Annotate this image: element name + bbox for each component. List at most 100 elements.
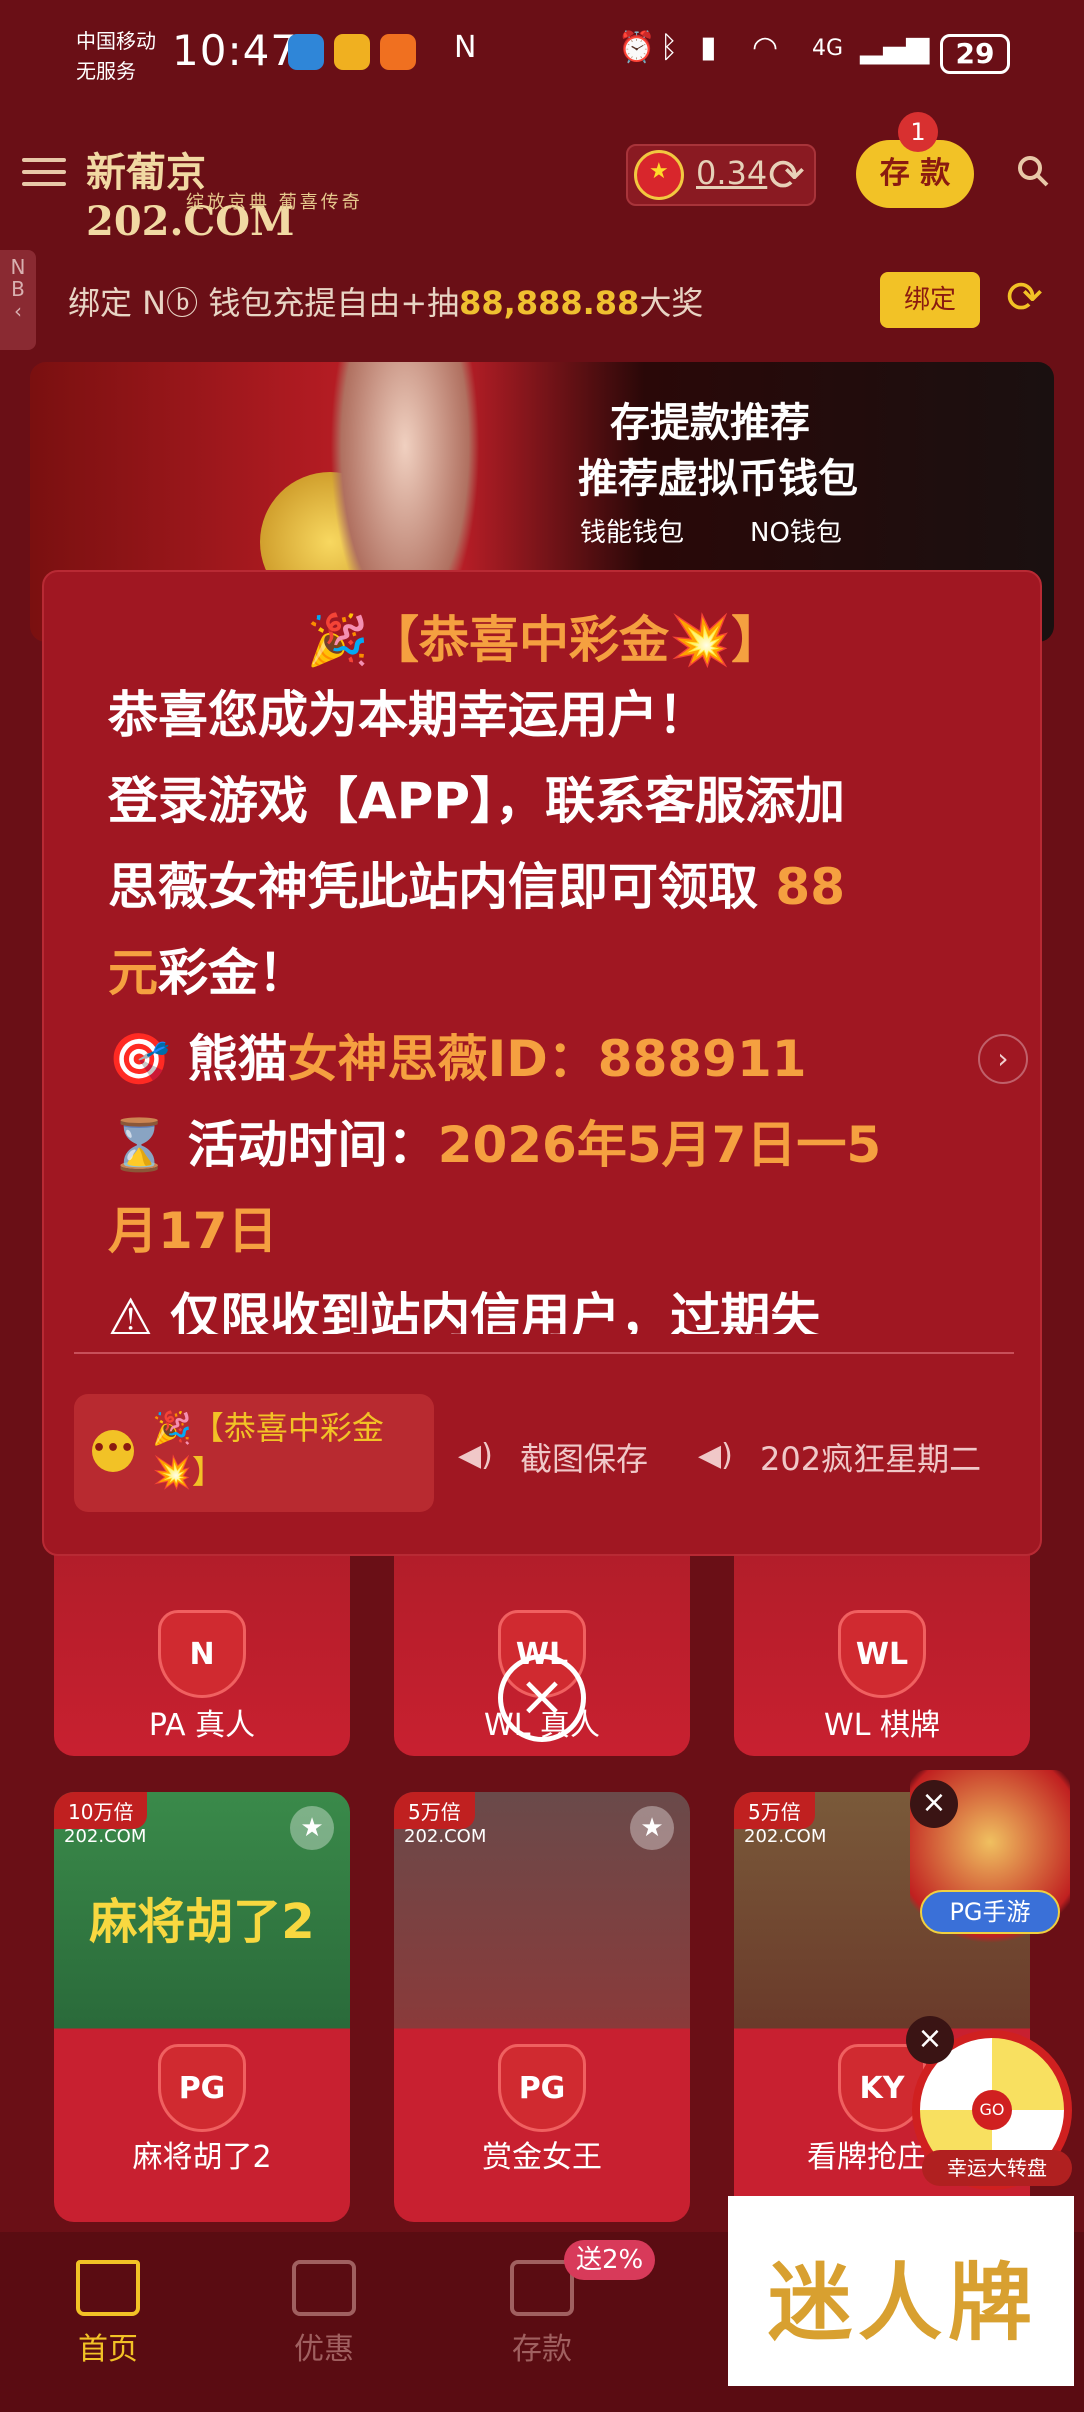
bluetooth-icon: ᛒ: [660, 30, 678, 65]
multiplier-badge: 5万倍: [394, 1792, 475, 1829]
nav-home[interactable]: 首页: [48, 2260, 168, 2368]
banner-title: 存提款推荐: [610, 400, 810, 446]
app-notification-icon: [334, 34, 370, 70]
notice-side-tab[interactable]: N B ‹: [0, 250, 36, 350]
popup-tab-screenshot[interactable]: 截图保存: [520, 1434, 648, 1480]
popup-line: 月17日: [108, 1202, 278, 1260]
balance-value[interactable]: 0.34: [696, 154, 767, 192]
hourglass-icon: ⌛: [108, 1116, 171, 1174]
provider-logo: WL: [838, 1610, 926, 1698]
tile-brand: 202.COM: [744, 1826, 827, 1847]
home-icon: [76, 2260, 140, 2316]
nav-label: 优惠: [294, 2332, 354, 2367]
notice-prefix: 绑定 N: [68, 284, 167, 322]
refresh-balance-icon[interactable]: ⟳: [768, 150, 805, 201]
status-bar: 中国移动 无服务 10:47 N ⏰ ᛒ ▮ ◠ 4G ▂▄▆ 29: [0, 0, 1084, 120]
wallet-icon: [510, 2260, 574, 2316]
close-icon[interactable]: ×: [910, 1780, 958, 1828]
favorite-icon[interactable]: ★: [290, 1806, 334, 1850]
provider-logo: PG: [498, 2044, 586, 2132]
popup-title: 🎉【恭喜中彩金💥】: [306, 611, 782, 669]
game-art-title: 麻将胡了2: [89, 1894, 315, 1950]
provider-logo: N: [158, 1610, 246, 1698]
alarm-icon: ⏰: [618, 30, 656, 65]
nav-label: 首页: [78, 2332, 138, 2367]
popup-divider: [74, 1352, 1014, 1354]
game-tile-label: PA 真人: [148, 1708, 256, 1743]
game-tile-label: WL 棋牌: [824, 1708, 940, 1743]
notice-refresh-icon[interactable]: ⟳: [1006, 272, 1043, 323]
gift-icon: [292, 2260, 356, 2316]
banner-wallet-1: 钱能钱包: [580, 518, 685, 548]
status-time: 10:47: [172, 26, 299, 75]
popup-line: 恭喜您成为本期幸运用户！: [108, 686, 708, 744]
popup-close-icon[interactable]: ×: [498, 1654, 586, 1742]
vibrate-icon: ▮: [700, 30, 717, 65]
watermark-text: 迷人牌: [768, 2253, 1039, 2352]
popup-line: 🎯 熊猫女神思薇ID：888911: [108, 1016, 807, 1102]
tile-brand: 202.COM: [64, 1826, 147, 1847]
network-type-label: 4G: [812, 36, 844, 61]
popup-tab-active[interactable]: ••• 🎉【恭喜中彩金💥】: [74, 1394, 434, 1512]
popup-text: 活动时间：: [170, 1116, 438, 1174]
prize-popup: 🎉【恭喜中彩金💥】 恭喜您成为本期幸运用户！ 登录游戏【APP】，联系客服添加 …: [42, 570, 1042, 1556]
carrier-name: 中国移动: [76, 29, 156, 53]
notice-text: 绑定 Nⓑ 钱包充提自由+抽88,888.88大奖: [68, 278, 703, 324]
app-notification-icon: [288, 34, 324, 70]
notice-side-label: N B: [10, 255, 26, 301]
popup-text: 思薇女神凭此站内信即可领取: [108, 858, 776, 916]
close-icon[interactable]: ×: [906, 2016, 954, 2064]
wifi-icon: ◠: [752, 30, 779, 65]
carrier-status: 无服务: [76, 59, 136, 83]
popup-date: 2026年5月7日一5: [437, 1116, 882, 1174]
wheel-go-button[interactable]: GO: [972, 2090, 1012, 2130]
popup-goddess-id: 女神思薇ID：888911: [287, 1030, 807, 1088]
multiplier-badge: 5万倍: [734, 1792, 815, 1829]
popup-line: 登录游戏【APP】，联系客服添加: [108, 772, 845, 830]
popup-line: ⌛ 活动时间：2026年5月7日一5: [108, 1102, 881, 1188]
popup-text: 熊猫: [170, 1030, 288, 1088]
notice-suffix: 大奖: [639, 284, 704, 322]
popup-line: 元彩金！: [108, 930, 308, 1016]
provider-logo: PG: [158, 2044, 246, 2132]
currency-flag-icon[interactable]: ★: [634, 150, 684, 200]
banner-wallet-2: NO钱包: [750, 518, 842, 548]
notice-amount: 88,888.88: [459, 284, 640, 322]
favorite-icon[interactable]: ★: [630, 1806, 674, 1850]
popup-tab-tuesday[interactable]: 202疯狂星期二: [760, 1434, 981, 1480]
logo-slogan: 绽放京典 葡喜传奇: [186, 192, 363, 213]
popup-amount: 88: [775, 858, 846, 916]
signal-icon: ▂▄▆: [860, 30, 930, 65]
popup-line: 思薇女神凭此站内信即可领取 88: [108, 844, 845, 930]
lucky-wheel-label[interactable]: 幸运大转盘: [922, 2150, 1072, 2186]
app-notification-icon: [380, 34, 416, 70]
nfc-icon: N: [454, 30, 477, 65]
chat-icon: •••: [92, 1430, 134, 1472]
bind-button[interactable]: 绑定: [880, 272, 980, 328]
deposit-badge: 1: [898, 112, 938, 152]
carrier-info: 中国移动 无服务: [76, 26, 156, 86]
chevron-right-icon[interactable]: ›: [978, 1034, 1028, 1084]
target-icon: 🎯: [108, 1030, 171, 1088]
search-icon[interactable]: [1016, 154, 1050, 188]
nopay-icon: ⓑ: [166, 284, 199, 322]
tile-brand: 202.COM: [404, 1826, 487, 1847]
menu-icon[interactable]: [22, 150, 66, 194]
nav-promotions[interactable]: 优惠: [264, 2260, 384, 2368]
pg-game-float-label[interactable]: PG手游: [920, 1890, 1060, 1934]
game-tile[interactable]: 10万倍 202.COM ★ 麻将胡了2 PG 麻将胡了2: [54, 1792, 350, 2222]
speaker-icon: ◀): [698, 1438, 733, 1473]
deposit-bonus-badge: 送2%: [564, 2240, 656, 2280]
battery-indicator: 29: [940, 34, 1010, 74]
notice-mid: 钱包充提自由+抽: [198, 284, 460, 322]
watermark: 迷人牌: [728, 2196, 1074, 2386]
nav-label: 存款: [512, 2332, 572, 2367]
banner-subtitle: 推荐虚拟币钱包: [578, 456, 858, 502]
popup-line-clipped: ⚠ 仅限收到站内信用户，过期失: [108, 1288, 821, 1334]
game-tile[interactable]: 5万倍 202.COM ★ PG 赏金女王: [394, 1792, 690, 2222]
popup-text: 彩金！: [158, 944, 308, 1002]
site-logo[interactable]: 新葡京202.COM 绽放京典 葡喜传奇: [86, 140, 366, 245]
popup-amount-unit: 元: [108, 944, 158, 1002]
speaker-icon: ◀): [458, 1438, 493, 1473]
multiplier-badge: 10万倍: [54, 1792, 148, 1829]
